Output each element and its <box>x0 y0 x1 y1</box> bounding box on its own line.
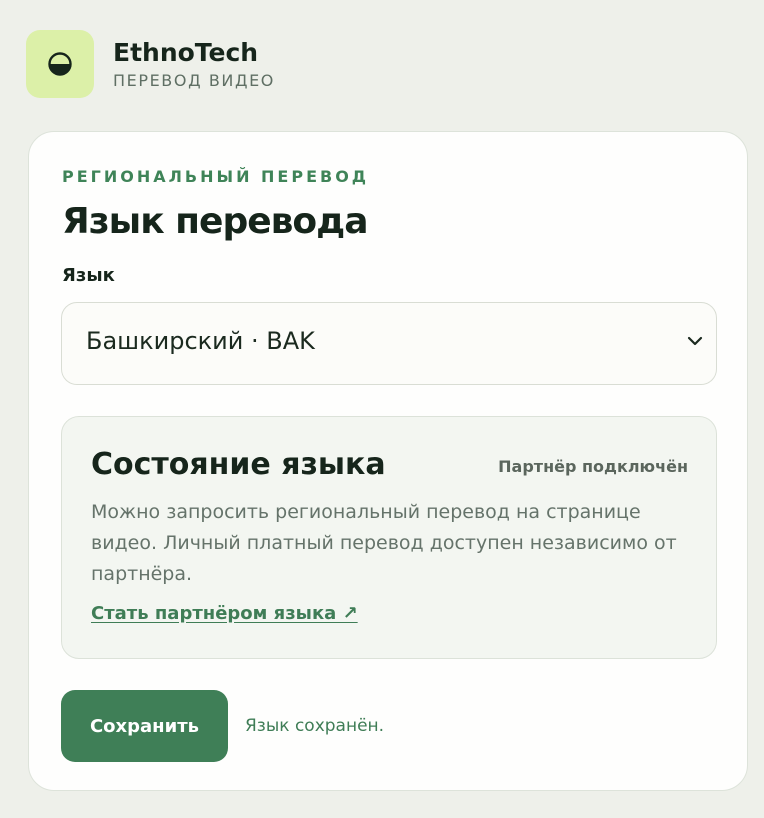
section-eyebrow: РЕГИОНАЛЬНЫЙ ПЕРЕВОД <box>62 167 370 186</box>
language-status-description: Можно запросить региональный перевод на … <box>91 501 677 585</box>
chevron-down-icon <box>687 336 703 346</box>
become-partner-link[interactable]: Стать партнёром языка ↗ <box>91 603 358 624</box>
brand-subtitle: ПЕРЕВОД ВИДЕО <box>113 70 276 90</box>
language-status-title: Состояние языка <box>91 447 386 482</box>
brand-name: EthnoTech <box>113 37 259 67</box>
half-circle-icon <box>48 52 72 76</box>
save-status-text: Язык сохранён. <box>245 716 385 736</box>
partner-status-badge: Партнёр подключён <box>498 457 688 476</box>
translation-settings-card: РЕГИОНАЛЬНЫЙ ПЕРЕВОД Язык перевода Язык … <box>28 131 748 791</box>
language-status-panel: Состояние языка Партнёр подключён Можно … <box>61 416 717 659</box>
save-button[interactable]: Сохранить <box>61 690 228 762</box>
language-select[interactable]: Башкирский · BAK <box>61 302 717 385</box>
brand-block: EthnoTech ПЕРЕВОД ВИДЕО <box>113 38 275 90</box>
app-logo <box>26 30 94 98</box>
page-title: Язык перевода <box>62 201 369 242</box>
language-select-value: Башкирский · BAK <box>86 327 315 355</box>
app-header: EthnoTech ПЕРЕВОД ВИДЕО <box>26 30 275 98</box>
language-field-label: Язык <box>62 265 115 286</box>
